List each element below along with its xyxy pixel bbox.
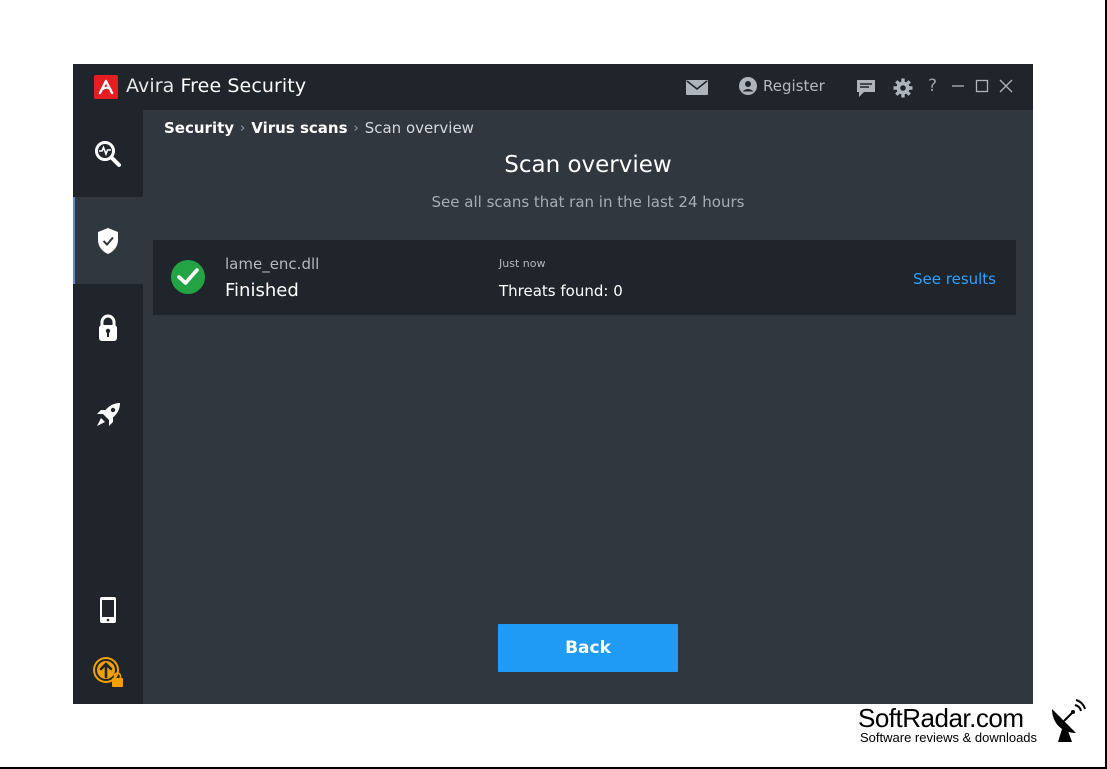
maximize-icon[interactable] xyxy=(975,78,989,97)
scan-status: Finished xyxy=(225,280,299,301)
sidebar-item-performance[interactable] xyxy=(73,371,143,458)
breadcrumb: Security › Virus scans › Scan overview xyxy=(164,119,474,137)
breadcrumb-virus-scans[interactable]: Virus scans xyxy=(251,119,347,137)
rocket-icon xyxy=(97,402,120,426)
softradar-watermark: SoftRadar.com Software reviews & downloa… xyxy=(858,699,1098,753)
threats-found: Threats found: 0 xyxy=(499,282,623,300)
app-window: Avira Free Security Register ? Security … xyxy=(73,64,1033,704)
chevron-right-icon: › xyxy=(240,120,246,136)
scan-time: Just now xyxy=(499,257,546,270)
lock-icon xyxy=(99,314,117,341)
scan-icon xyxy=(95,140,121,167)
sidebar xyxy=(73,110,143,704)
page-title: Scan overview xyxy=(504,152,672,178)
shield-icon xyxy=(98,227,118,254)
check-circle-icon xyxy=(171,260,205,294)
help-button[interactable]: ? xyxy=(928,76,937,96)
back-button[interactable]: Back xyxy=(498,624,678,672)
sidebar-item-upgrade[interactable] xyxy=(73,640,143,704)
register-label: Register xyxy=(763,77,825,95)
page-subtitle: See all scans that ran in the last 24 ho… xyxy=(431,193,745,211)
satellite-dish-icon xyxy=(1052,699,1086,742)
upgrade-icon xyxy=(93,657,123,687)
mobile-icon xyxy=(100,597,116,623)
breadcrumb-current: Scan overview xyxy=(364,119,474,137)
watermark-tagline: Software reviews & downloads xyxy=(860,730,1038,745)
minimize-icon[interactable] xyxy=(951,78,965,97)
scan-row: lame_enc.dll Finished Just now Threats f… xyxy=(153,240,1016,315)
sidebar-item-security[interactable] xyxy=(73,197,143,284)
chevron-right-icon: › xyxy=(353,120,359,136)
see-results-link[interactable]: See results xyxy=(913,270,996,288)
scan-file-name: lame_enc.dll xyxy=(225,255,320,273)
register-button[interactable]: Register xyxy=(739,77,825,95)
mail-icon[interactable] xyxy=(686,80,708,99)
breadcrumb-security[interactable]: Security xyxy=(164,119,234,137)
feedback-icon[interactable] xyxy=(856,79,876,103)
titlebar: Avira Free Security Register ? xyxy=(73,64,1033,110)
gear-icon[interactable] xyxy=(893,78,913,102)
close-icon[interactable] xyxy=(999,78,1013,97)
app-title: Avira Free Security xyxy=(126,75,306,97)
app-product: Free Security xyxy=(180,75,307,97)
sidebar-item-mobile[interactable] xyxy=(73,580,143,640)
avira-logo-icon xyxy=(94,75,118,99)
sidebar-item-privacy[interactable] xyxy=(73,284,143,371)
sidebar-item-scan[interactable] xyxy=(73,110,143,197)
user-icon xyxy=(739,77,757,95)
app-brand: Avira xyxy=(126,75,175,97)
